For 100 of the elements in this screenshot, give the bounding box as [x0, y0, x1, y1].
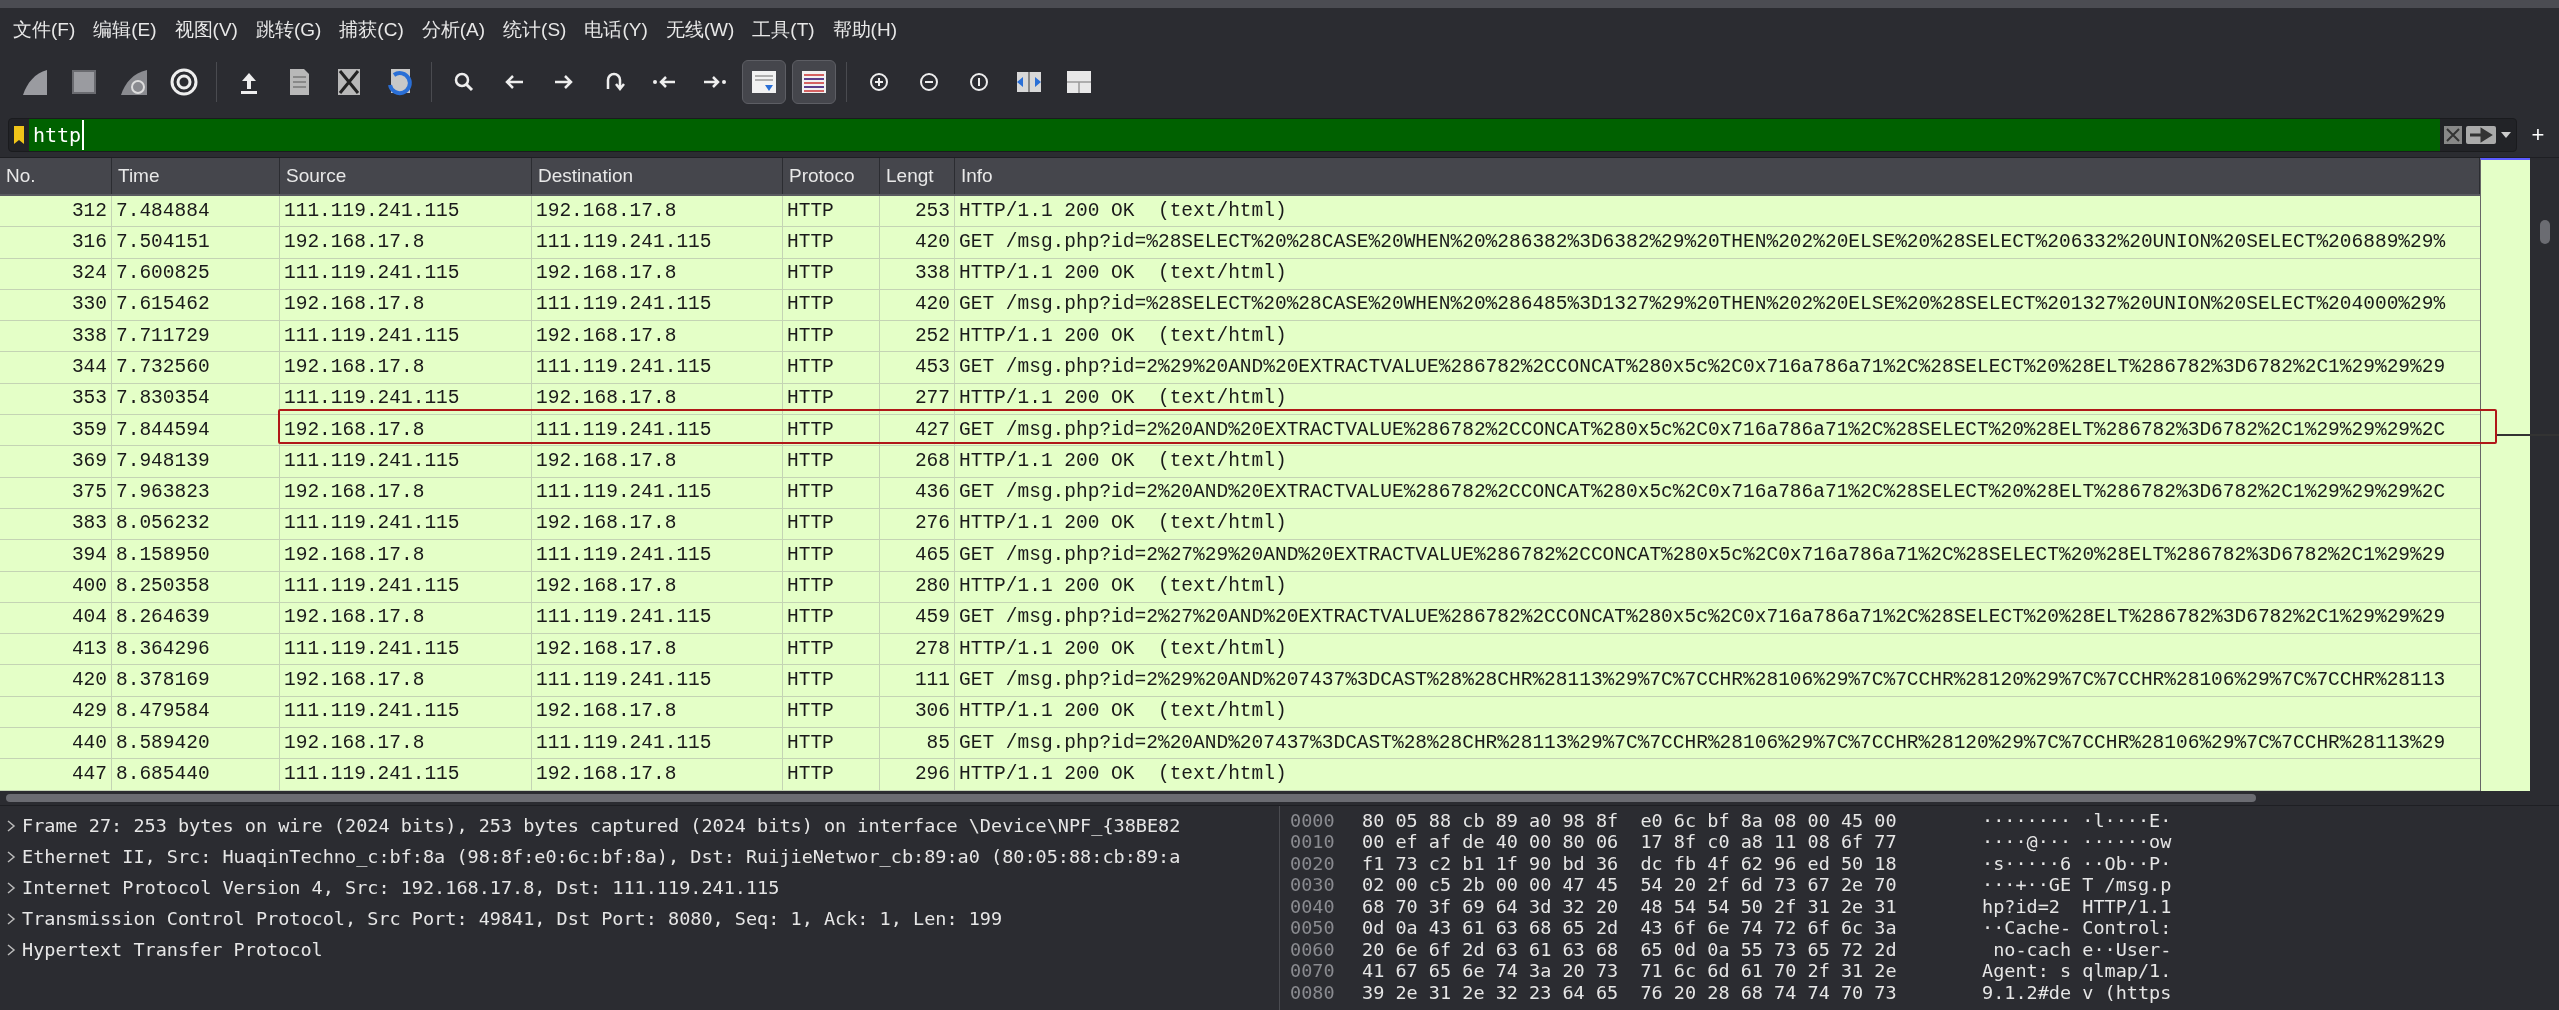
- menu-item[interactable]: 统计(S): [494, 15, 576, 45]
- display-filter-field[interactable]: http: [8, 117, 2517, 152]
- ascii-bytes: 9.1.2#de v (https: [1982, 981, 2172, 1005]
- table-cell: 316: [0, 227, 112, 258]
- column-header[interactable]: Source: [280, 158, 532, 194]
- table-cell: 8.364296: [112, 634, 280, 665]
- column-header[interactable]: Lengt: [880, 158, 955, 194]
- colorize-lines-button[interactable]: [792, 60, 836, 104]
- table-cell: 8.589420: [112, 728, 280, 759]
- ascii-bytes: Agent: s qlmap/1.: [1982, 959, 2172, 984]
- table-cell: 7.504151: [112, 227, 280, 258]
- table-cell: HTTP: [783, 258, 880, 289]
- table-cell: 7.963823: [112, 477, 280, 508]
- table-cell: 192.168.17.8: [532, 759, 783, 790]
- table-cell: 8.378169: [112, 665, 280, 696]
- table-cell: HTTP: [783, 540, 880, 571]
- column-header[interactable]: No.: [0, 158, 112, 194]
- tree-item[interactable]: Frame 27: 253 bytes on wire (2024 bits), 253 bytes captured (2024 bits) on interface \Device\NPF_{38BE82: [0, 810, 1279, 841]
- table-cell: 111.119.241.115: [532, 227, 783, 258]
- tree-item[interactable]: Ethernet II, Src: HuaqinTechno_c:bf:8a (98:8f:e0:6c:bf:8a), Dst: RuijieNetwor_cb:89:a0 (80:05:88:cb:89:a: [0, 841, 1279, 872]
- table-cell-text: HTTP/1.1 200 OK (text/html): [958, 198, 1288, 224]
- menu-item[interactable]: 视图(V): [165, 15, 247, 45]
- table-cell: 192.168.17.8: [532, 446, 783, 477]
- menu-item[interactable]: 电话(Y): [575, 15, 657, 45]
- tree-item[interactable]: Internet Protocol Version 4, Src: 192.168.17.8, Dst: 111.119.241.115: [0, 872, 1279, 903]
- table-cell-text: GET /msg.php?id=2%29%20AND%20EXTRACTVALUE%286782%2CCONCAT%280x5c%2C0x716a786a71%2C%28SELECT%20%28ELT%286782%3D6782%2C1%29%29%29: [958, 355, 2447, 380]
- menu-item[interactable]: 编辑(E): [84, 15, 166, 45]
- table-cell: 7.600825: [112, 258, 280, 289]
- table-cell: HTTP: [783, 571, 880, 602]
- column-header[interactable]: Time: [112, 158, 280, 194]
- table-cell: 324: [0, 258, 112, 289]
- table-cell: 192.168.17.8: [280, 352, 532, 383]
- table-cell: 420: [880, 227, 955, 258]
- column-header[interactable]: Destination: [532, 158, 783, 194]
- tree-item[interactable]: Hypertext Transfer Protocol: [0, 934, 1279, 965]
- table-cell-text: HTTP/1.1 200 OK (text/html): [958, 574, 1288, 600]
- table-cell: 253: [880, 196, 955, 227]
- dropdown-caret-icon[interactable]: [2500, 130, 2512, 139]
- table-cell: HTTP: [783, 321, 880, 352]
- table-cell-text: GET /msg.php?id=2%20AND%20EXTRACTVALUE%286782%2CCONCAT%280x5c%2C0x716a786a71%2C%28SELECT%20%28ELT%286782%3D6782%2C1%29%29%29%2C: [958, 480, 2447, 506]
- table-cell: 7.844594: [112, 415, 280, 446]
- table-cell: 400: [0, 571, 112, 602]
- table-cell-text: HTTP/1.1 200 OK (text/html): [958, 323, 1288, 349]
- menu-item[interactable]: 工具(T): [743, 15, 824, 45]
- table-cell: 192.168.17.8: [280, 289, 532, 321]
- table-cell: 192.168.17.8: [280, 227, 532, 258]
- add-filter-button[interactable]: +: [2523, 118, 2553, 151]
- table-cell: 7.711729: [112, 321, 280, 352]
- table-cell: 111.119.241.115: [532, 289, 783, 321]
- table-cell: 8.685440: [112, 759, 280, 790]
- bookmark-icon[interactable]: [13, 124, 25, 145]
- apply-arrow-icon[interactable]: [2466, 125, 2496, 144]
- table-cell: 111.119.241.115: [280, 258, 532, 289]
- table-cell: 252: [880, 321, 955, 352]
- table-cell: 413: [0, 634, 112, 665]
- scrollbar-thumb[interactable]: [2539, 220, 2550, 244]
- table-cell: 280: [880, 571, 955, 602]
- table-cell-text: HTTP/1.1 200 OK (text/html): [958, 386, 1288, 412]
- table-cell: 111.119.241.115: [280, 383, 532, 415]
- table-cell: 111.119.241.115: [280, 696, 532, 728]
- menu-item[interactable]: 分析(A): [412, 15, 495, 45]
- table-cell: 192.168.17.8: [532, 634, 783, 665]
- table-cell: 447: [0, 759, 112, 790]
- menu-item[interactable]: 帮助(H): [823, 15, 906, 45]
- menu-item[interactable]: 无线(W): [656, 15, 744, 45]
- table-cell-text: HTTP/1.1 200 OK (text/html): [958, 448, 1288, 474]
- column-header[interactable]: Protoco: [783, 158, 880, 194]
- table-cell: 338: [880, 258, 955, 289]
- table-cell: 192.168.17.8: [532, 196, 783, 227]
- table-cell-text: GET /msg.php?id=2%20AND%207437%3DCAST%28%28CHR%28113%29%7C%7CCHR%28106%29%7C%7CCHR%28120%29%7C%7CCHR%28106%29%7C%7CCHR%28113%29: [958, 730, 2447, 756]
- table-cell: 111.119.241.115: [280, 196, 532, 227]
- table-cell-text: GET /msg.php?id=2%27%20AND%20EXTRACTVALUE%286782%2CCONCAT%280x5c%2C0x716a786a71%2C%28SELECT%20%28ELT%286782%3D6782%2C1%29%29%29: [958, 605, 2447, 631]
- packet-minimap[interactable]: [2480, 158, 2530, 791]
- table-cell: 8.250358: [112, 571, 280, 602]
- table-cell: 353: [0, 383, 112, 415]
- table-cell: HTTP: [783, 227, 880, 258]
- horizontal-scrollbar[interactable]: [6, 794, 2256, 802]
- table-cell-text: HTTP/1.1 200 OK (text/html): [958, 699, 1288, 725]
- autoscroll-button[interactable]: [742, 60, 786, 104]
- table-cell: 192.168.17.8: [280, 477, 532, 508]
- table-cell: 111.119.241.115: [280, 634, 532, 665]
- table-cell-text: HTTP/1.1 200 OK (text/html): [958, 761, 1288, 787]
- menu-item[interactable]: 跳转(G): [246, 15, 331, 45]
- menu-item[interactable]: 捕获(C): [330, 15, 413, 45]
- table-cell: 338: [0, 321, 112, 352]
- table-cell: 111.119.241.115: [532, 415, 783, 446]
- table-cell: HTTP: [783, 759, 880, 790]
- table-cell: 111.119.241.115: [280, 321, 532, 352]
- byte-offset: 0000: [1290, 808, 1336, 833]
- table-cell: 420: [880, 289, 955, 321]
- table-cell: 8.479584: [112, 696, 280, 728]
- clear-icon[interactable]: [2444, 125, 2462, 144]
- table-cell: 459: [880, 602, 955, 634]
- menu-item[interactable]: 文件(F): [4, 15, 85, 45]
- table-cell: HTTP: [783, 477, 880, 508]
- table-cell: 111.119.241.115: [280, 508, 532, 540]
- tree-item[interactable]: Transmission Control Protocol, Src Port: 49841, Dst Port: 8080, Seq: 1, Ack: 1, Len: 199: [0, 903, 1279, 934]
- table-cell: 192.168.17.8: [532, 383, 783, 415]
- table-cell: 7.830354: [112, 383, 280, 415]
- table-cell: HTTP: [783, 196, 880, 227]
